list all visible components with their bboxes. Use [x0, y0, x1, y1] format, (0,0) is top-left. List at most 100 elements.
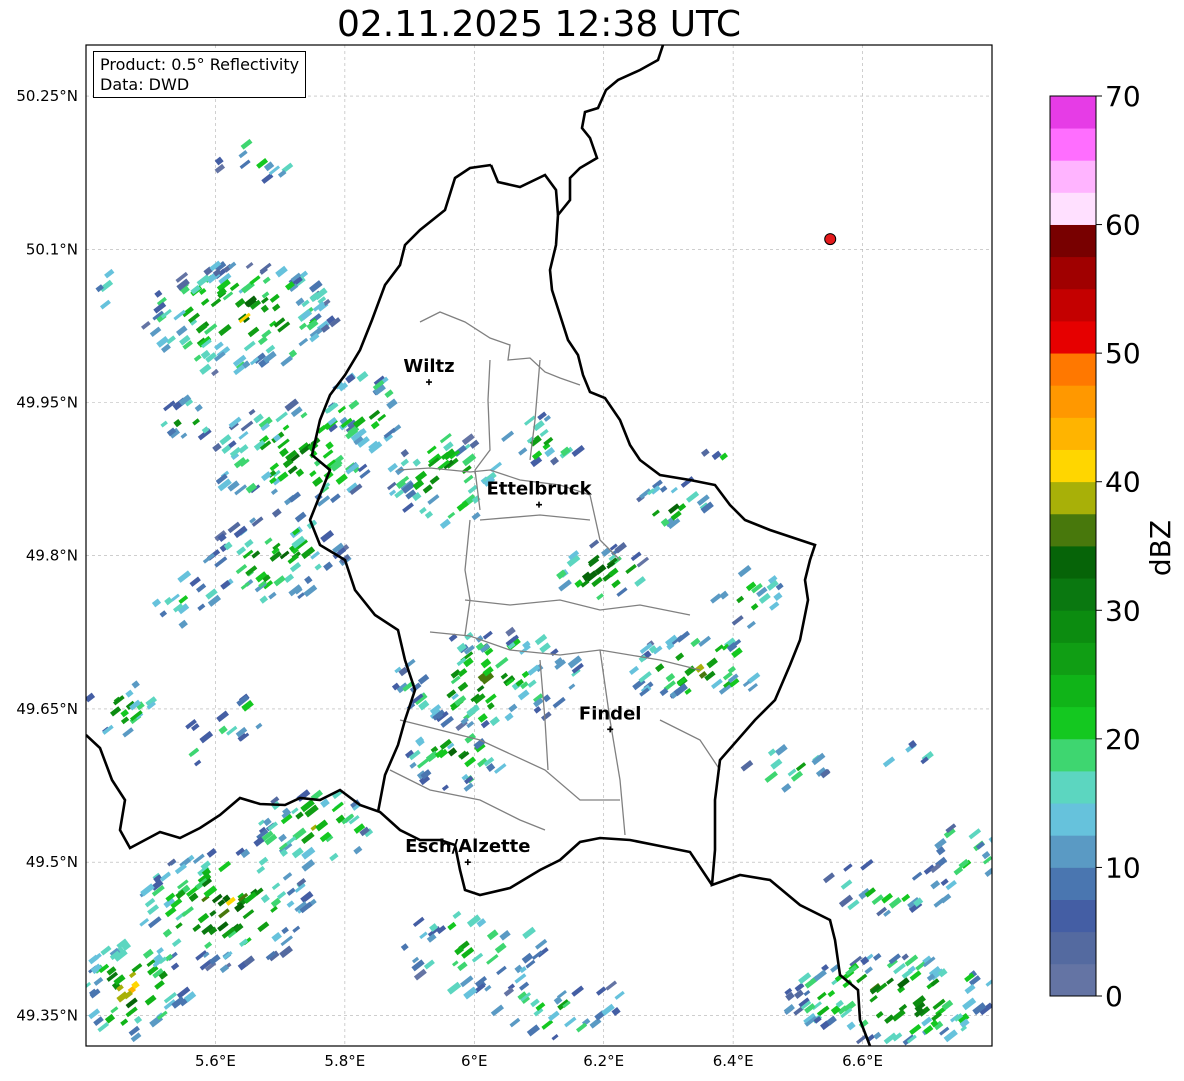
- echo-cell: [269, 462, 280, 472]
- echo-cell: [236, 546, 247, 556]
- echo-cell: [519, 981, 530, 991]
- echo-cell: [817, 1005, 830, 1017]
- echo-cell: [162, 928, 173, 938]
- lat-tick-label: 50.1°N: [26, 240, 78, 258]
- echo-cell: [968, 828, 982, 840]
- echo-cell: [493, 763, 507, 774]
- echo-cell: [234, 298, 246, 308]
- echo-cell: [589, 1017, 602, 1029]
- city-ettelbruck[interactable]: Ettelbruck: [486, 479, 593, 508]
- echo-cell: [199, 730, 214, 744]
- echo-cell: [821, 964, 829, 972]
- echo-cell: [427, 494, 440, 505]
- echo-cell: [476, 685, 485, 693]
- city-wiltz[interactable]: Wiltz: [403, 356, 455, 386]
- echo-cell: [271, 931, 282, 943]
- echo-cell: [240, 581, 251, 590]
- echo-cell: [846, 1021, 856, 1031]
- echo-cell: [508, 703, 518, 713]
- echo-cell: [386, 398, 398, 410]
- echo-cell: [160, 871, 171, 882]
- echo-cell: [93, 1016, 104, 1026]
- echo-cell: [522, 926, 536, 940]
- echo-cell: [588, 539, 600, 549]
- echo-cell: [514, 973, 527, 984]
- echo-cell: [210, 298, 222, 308]
- echo-cell: [482, 630, 493, 640]
- echo-cell: [238, 431, 249, 440]
- echo-cell: [547, 1010, 560, 1022]
- echo-cell: [154, 980, 165, 990]
- radar-site-marker[interactable]: [824, 233, 837, 246]
- city-esch-alzette[interactable]: Esch/Alzette: [405, 836, 530, 866]
- radar-map[interactable]: Wiltz Ettelbruck Findel Esch/Alzette 50.25°…: [0, 0, 1184, 1081]
- echo-cell: [268, 591, 277, 600]
- echo-cell: [192, 923, 202, 932]
- echo-cell: [419, 931, 428, 940]
- echo-cell: [141, 320, 151, 330]
- lat-tick-label: 49.8°N: [26, 547, 78, 565]
- echo-cell: [700, 448, 710, 457]
- echo-cell: [676, 630, 691, 643]
- echo-cell: [279, 945, 293, 959]
- echo-cell: [258, 856, 269, 866]
- echo-cell: [189, 576, 201, 587]
- echo-cell: [239, 159, 251, 170]
- echo-cell: [260, 894, 270, 904]
- echo-cell: [930, 880, 941, 890]
- echo-cell: [746, 620, 756, 630]
- echo-cell: [271, 882, 281, 891]
- echo-cell: [269, 293, 280, 303]
- echo-cell: [148, 916, 162, 929]
- echo-cell: [558, 579, 572, 592]
- echo-cell: [962, 997, 977, 1011]
- echo-cell: [329, 493, 341, 504]
- city-label: Esch/Alzette: [405, 836, 530, 857]
- lon-tick-label: 5.6°E: [195, 1052, 236, 1070]
- echo-cell: [727, 665, 737, 674]
- echo-cell: [196, 583, 207, 593]
- echo-cell: [518, 447, 528, 456]
- echo-cell: [125, 1006, 138, 1018]
- echo-cell: [259, 595, 269, 604]
- echo-cell: [694, 663, 705, 673]
- echo-cell: [284, 573, 295, 584]
- echo-cell: [300, 411, 308, 419]
- echo-cell: [505, 626, 516, 637]
- echo-cell: [901, 953, 909, 961]
- echo-cell: [273, 575, 286, 587]
- echo-cell: [248, 408, 256, 416]
- echo-cell: [500, 672, 509, 680]
- echo-cell: [218, 908, 230, 919]
- echo-cell: [629, 665, 640, 675]
- echo-cell: [795, 762, 807, 772]
- echo-cell: [710, 593, 722, 604]
- echo-cell: [257, 921, 270, 933]
- lon-tick-label: 6.6°E: [842, 1052, 883, 1070]
- data-source-label: Data: DWD: [100, 75, 190, 94]
- echo-cell: [711, 678, 723, 690]
- echo-cell: [893, 963, 906, 975]
- echo-cell: [197, 603, 206, 611]
- echo-cell: [817, 991, 827, 1001]
- echo-cell: [197, 912, 210, 924]
- echo-cell: [823, 872, 835, 884]
- lat-tick-label: 50.25°N: [16, 87, 78, 105]
- echo-cell: [280, 935, 293, 947]
- echo-cell: [260, 304, 269, 313]
- echo-cell: [178, 595, 189, 604]
- echo-cell: [659, 485, 668, 493]
- echo-cell: [494, 942, 507, 954]
- echo-cell: [245, 262, 254, 270]
- city-marker-icon: [425, 379, 432, 386]
- echo-cell: [200, 298, 210, 306]
- echo-cell: [447, 921, 457, 931]
- echo-cell: [457, 961, 468, 972]
- echo-cell: [988, 832, 992, 844]
- echo-cell: [149, 326, 162, 337]
- echo-cell: [214, 556, 228, 568]
- echo-cell: [489, 716, 500, 727]
- echo-cell: [131, 963, 143, 973]
- city-findel[interactable]: Findel: [579, 703, 642, 733]
- lat-tick-label: 49.5°N: [26, 853, 78, 871]
